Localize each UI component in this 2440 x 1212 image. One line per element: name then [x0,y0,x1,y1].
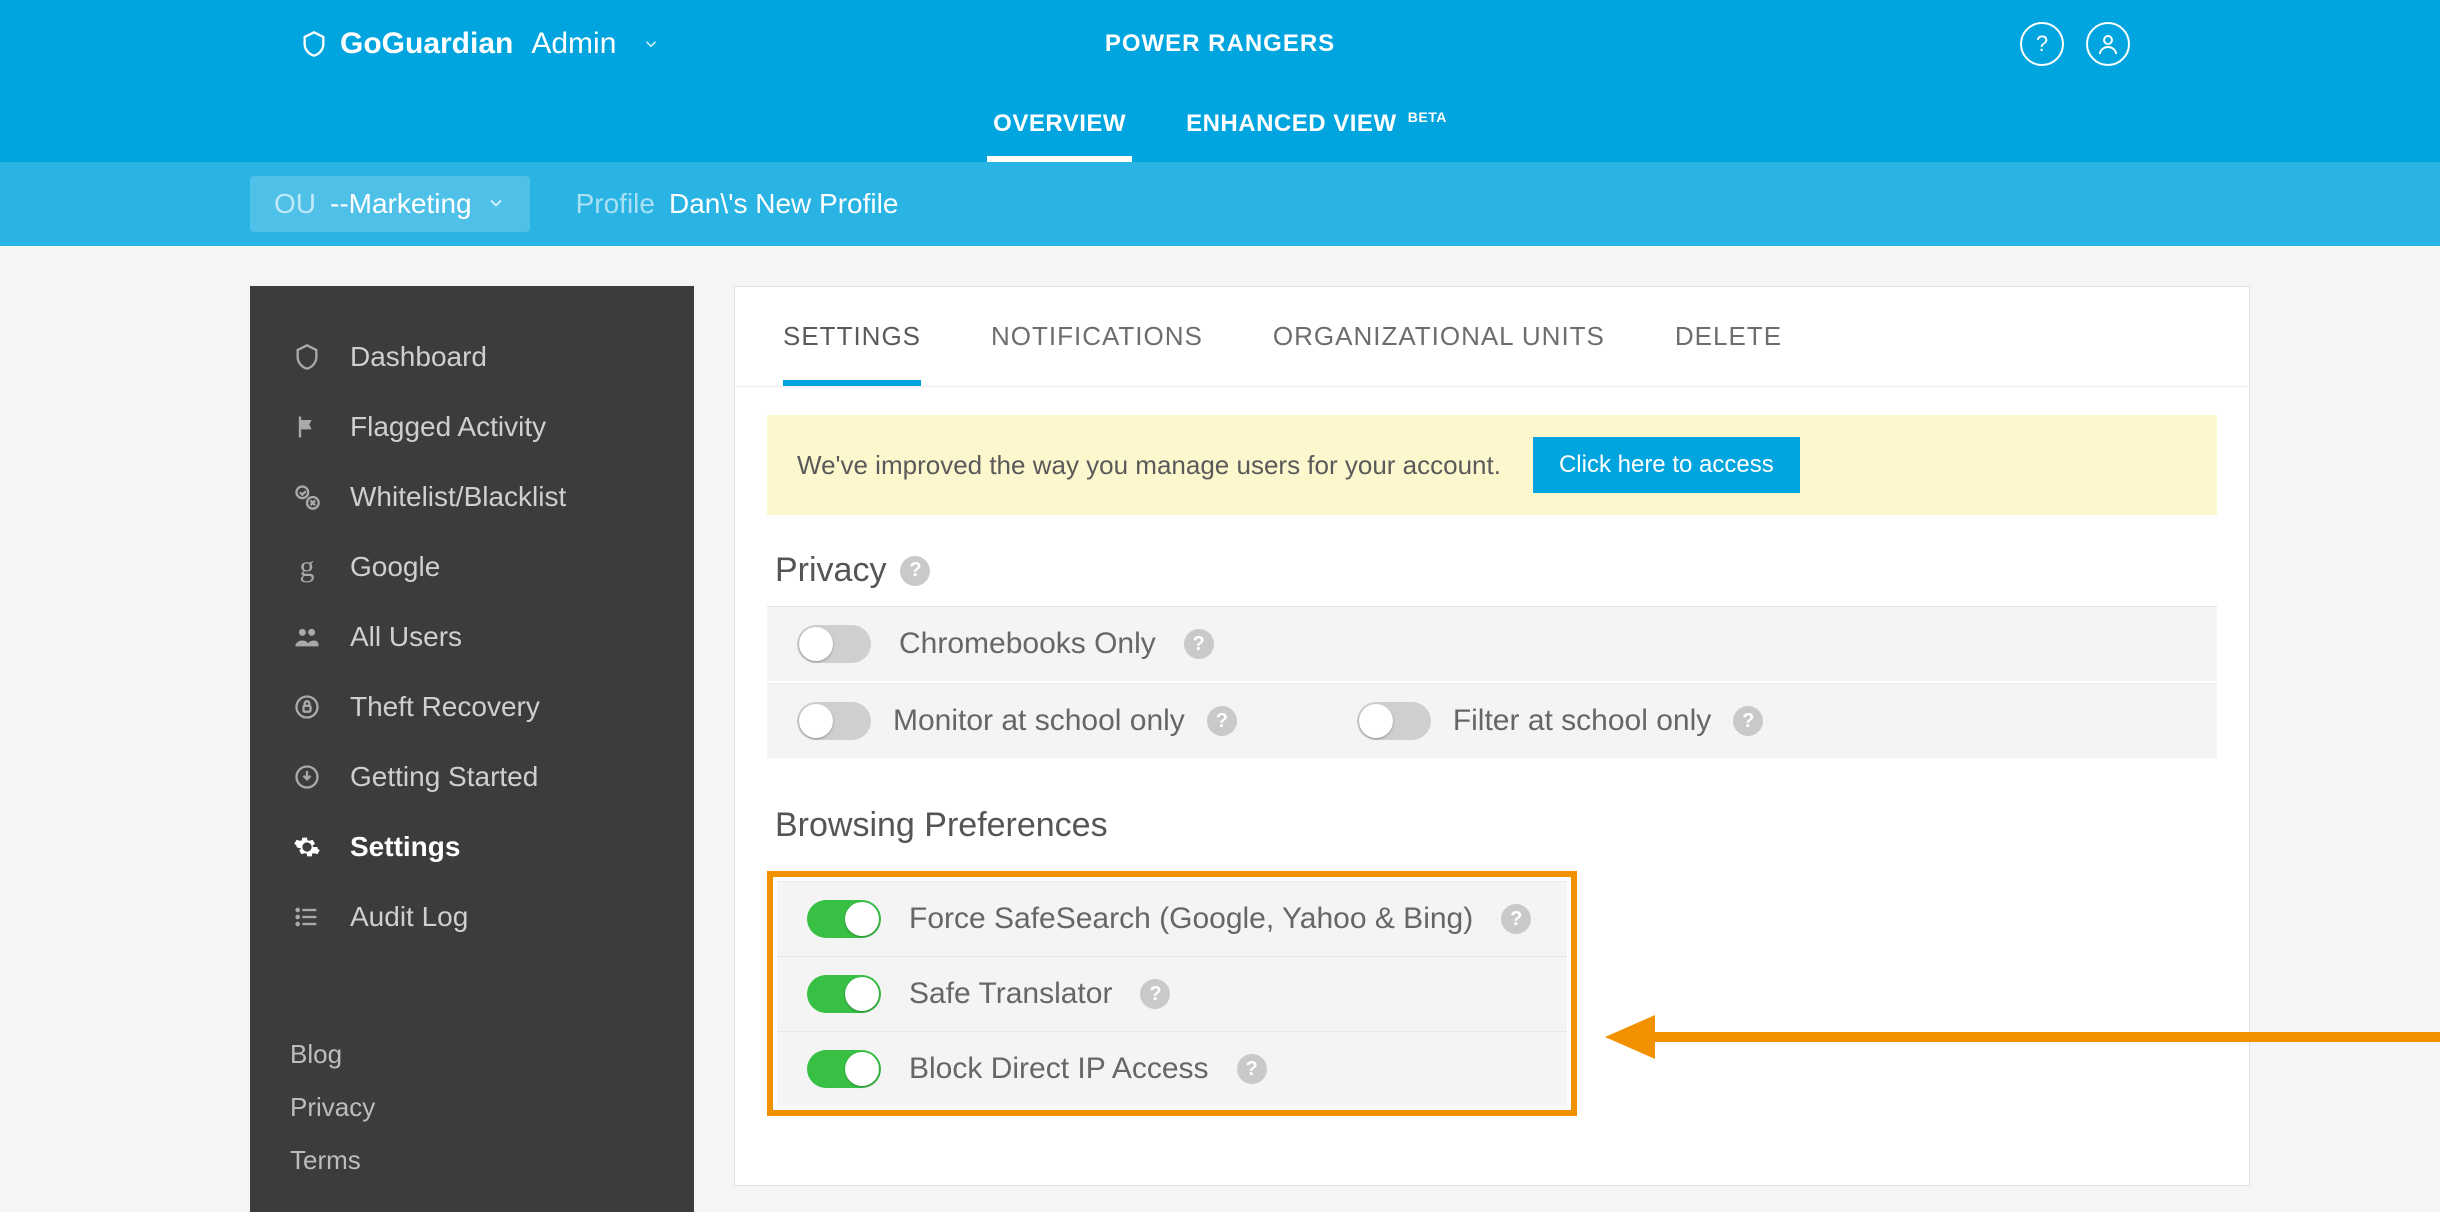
sidebar-item-audit-log[interactable]: Audit Log [250,882,694,952]
sidebar-item-theft-recovery[interactable]: Theft Recovery [250,672,694,742]
flag-icon [290,410,324,444]
sidebar-item-whitelist-blacklist[interactable]: Whitelist/Blacklist [250,462,694,532]
banner-cta-button[interactable]: Click here to access [1533,437,1800,493]
chevron-down-icon [486,188,506,220]
setting-row-block-direct-ip: Block Direct IP Access ? [777,1031,1567,1106]
footer-link-blog[interactable]: Blog [290,1039,654,1070]
sidebar-item-flagged-activity[interactable]: Flagged Activity [250,392,694,462]
sidebar-item-label: Audit Log [350,901,468,933]
help-icon[interactable]: ? [1140,979,1170,1009]
beta-badge: BETA [1408,109,1447,125]
annotation-highlight: Force SafeSearch (Google, Yahoo & Bing) … [767,871,1577,1116]
settings-card: SETTINGS NOTIFICATIONS ORGANIZATIONAL UN… [734,286,2250,1186]
section-title-browsing: Browsing Preferences [735,798,2249,861]
ou-value: --Marketing [330,188,472,220]
profile-value: Dan\'s New Profile [669,188,898,220]
sidebar-footer: Blog Privacy Terms [250,1039,694,1176]
ou-label: OU [274,188,316,220]
sidebar-item-label: Theft Recovery [350,691,540,723]
help-icon[interactable]: ? [2020,22,2064,66]
section-title-privacy: Privacy ? [735,543,2249,606]
profile-block: Profile Dan\'s New Profile [576,188,899,220]
shield-icon [300,30,328,58]
help-icon[interactable]: ? [1207,706,1237,736]
sidebar-item-settings[interactable]: Settings [250,812,694,882]
footer-link-privacy[interactable]: Privacy [290,1092,654,1123]
ou-picker[interactable]: OU --Marketing [250,176,530,232]
brand-product: Admin [531,27,616,61]
card-tab-settings[interactable]: SETTINGS [783,321,921,386]
brand-name: GoGuardian [340,27,513,61]
sidebar-item-label: Settings [350,831,460,863]
section-title-label: Privacy [775,551,886,590]
setting-row-safe-translator: Safe Translator ? [777,956,1567,1031]
sidebar-item-label: Google [350,551,440,583]
setting-label: Filter at school only [1453,704,1711,738]
sidebar-item-label: Whitelist/Blacklist [350,481,566,513]
check-x-icon [290,480,324,514]
card-tab-notifications[interactable]: NOTIFICATIONS [991,321,1203,386]
download-icon [290,760,324,794]
setting-label: Block Direct IP Access [909,1052,1209,1086]
help-icon[interactable]: ? [1184,629,1214,659]
ou-profile-bar: OU --Marketing Profile Dan\'s New Profil… [0,162,2440,246]
help-icon[interactable]: ? [900,556,930,586]
annotation-arrow-icon [1605,1007,2440,1067]
sidebar-nav: Dashboard Flagged Activity Whitelist/Bla… [250,286,694,1212]
tab-overview[interactable]: OVERVIEW [987,90,1132,162]
sidebar-item-label: Getting Started [350,761,538,793]
sidebar-item-google[interactable]: g Google [250,532,694,602]
setting-label: Chromebooks Only [899,627,1156,661]
help-icon[interactable]: ? [1237,1054,1267,1084]
tab-overview-label: OVERVIEW [993,110,1126,137]
setting-row-chromebooks-only: Chromebooks Only ? [767,606,2217,681]
sidebar-item-getting-started[interactable]: Getting Started [250,742,694,812]
topbar-actions: ? [2020,22,2130,66]
sidebar-item-label: Dashboard [350,341,487,373]
toggle-safe-translator[interactable] [807,975,881,1013]
toggle-filter-school-only[interactable] [1357,702,1431,740]
list-icon [290,900,324,934]
sidebar-item-all-users[interactable]: All Users [250,602,694,672]
google-icon: g [290,550,324,584]
help-icon[interactable]: ? [1501,904,1531,934]
setting-label: Force SafeSearch (Google, Yahoo & Bing) [909,902,1473,936]
users-icon [290,620,324,654]
info-banner: We've improved the way you manage users … [767,415,2217,515]
tab-enhanced-view[interactable]: ENHANCED VIEW BETA [1180,89,1453,162]
setting-label: Monitor at school only [893,704,1185,738]
setting-row-school-only: Monitor at school only ? Filter at schoo… [767,683,2217,758]
setting-row-force-safesearch: Force SafeSearch (Google, Yahoo & Bing) … [777,881,1567,956]
section-title-label: Browsing Preferences [775,806,1108,845]
chevron-down-icon [642,27,660,61]
card-tab-org-units[interactable]: ORGANIZATIONAL UNITS [1273,321,1605,386]
profile-label: Profile [576,188,655,220]
profile-icon[interactable] [2086,22,2130,66]
org-title: POWER RANGERS [1105,30,1335,58]
toggle-chromebooks-only[interactable] [797,625,871,663]
card-tabs: SETTINGS NOTIFICATIONS ORGANIZATIONAL UN… [735,287,2249,387]
gear-icon [290,830,324,864]
lock-icon [290,690,324,724]
sidebar-item-label: All Users [350,621,462,653]
top-header: GoGuardian Admin POWER RANGERS ? [0,0,2440,88]
sidebar-item-dashboard[interactable]: Dashboard [250,322,694,392]
footer-link-terms[interactable]: Terms [290,1145,654,1176]
card-tab-delete[interactable]: DELETE [1675,321,1782,386]
toggle-force-safesearch[interactable] [807,900,881,938]
banner-text: We've improved the way you manage users … [797,450,1501,481]
brand-block[interactable]: GoGuardian Admin [300,27,660,61]
sidebar-item-label: Flagged Activity [350,411,546,443]
toggle-block-direct-ip[interactable] [807,1050,881,1088]
tab-enhanced-label: ENHANCED VIEW [1186,110,1397,137]
setting-label: Safe Translator [909,977,1112,1011]
shield-icon [290,340,324,374]
toggle-monitor-school-only[interactable] [797,702,871,740]
view-tabs: OVERVIEW ENHANCED VIEW BETA [0,88,2440,162]
help-icon[interactable]: ? [1733,706,1763,736]
